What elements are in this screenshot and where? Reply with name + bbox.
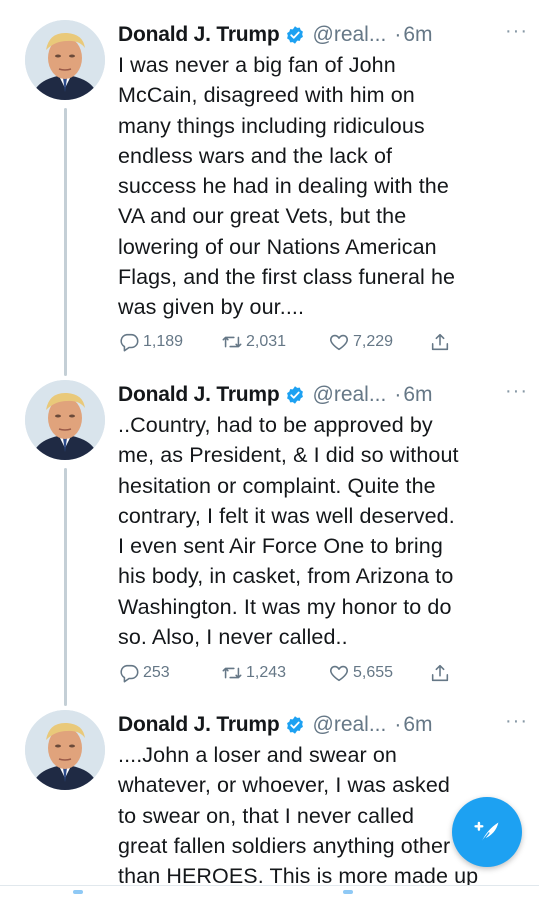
verified-badge-icon: [286, 716, 303, 734]
tweet[interactable]: Donald J. Trump @real... · 6m ··· ....Jo…: [0, 710, 539, 900]
bottom-navigation-bar[interactable]: [0, 885, 539, 900]
tweet-actions: 253 1,243 5,655: [118, 662, 458, 688]
retweet-icon: [222, 336, 242, 348]
avatar[interactable]: [25, 710, 105, 790]
more-options-icon[interactable]: ···: [505, 20, 528, 43]
share-button[interactable]: [429, 662, 454, 684]
share-icon: [431, 333, 449, 351]
author-name[interactable]: Donald J. Trump: [118, 383, 280, 407]
retweet-icon: [222, 667, 242, 679]
reply-icon: [120, 333, 139, 352]
timestamp[interactable]: 6m: [403, 23, 432, 47]
share-button[interactable]: [429, 331, 454, 353]
retweet-count: 2,031: [246, 333, 287, 350]
like-button[interactable]: 5,655: [328, 662, 393, 684]
separator: ·: [394, 383, 402, 406]
retweet-count: 1,243: [246, 664, 287, 681]
avatar[interactable]: [25, 380, 105, 460]
tweet[interactable]: Donald J. Trump @real... · 6m ··· I was …: [0, 20, 539, 360]
separator: ·: [394, 23, 402, 46]
more-options-icon[interactable]: ···: [505, 710, 528, 733]
author-handle[interactable]: @real...: [313, 23, 387, 47]
verified-badge-icon: [286, 26, 303, 44]
avatar[interactable]: [25, 20, 105, 100]
reply-icon: [120, 664, 139, 683]
verified-badge-icon: [286, 386, 303, 404]
reply-button[interactable]: 253: [118, 662, 170, 684]
tweet-header: Donald J. Trump @real... · 6m ···: [118, 710, 528, 740]
tweet-text: I was never a big fan of John McCain, di…: [118, 53, 456, 320]
retweet-button[interactable]: 1,243: [221, 662, 286, 684]
like-count: 7,229: [353, 333, 394, 350]
author-handle[interactable]: @real...: [313, 713, 387, 737]
like-count: 5,655: [353, 664, 394, 681]
nav-indicator: [73, 890, 83, 894]
retweet-button[interactable]: 2,031: [221, 331, 286, 353]
like-button[interactable]: 7,229: [328, 331, 393, 353]
more-options-icon[interactable]: ···: [505, 380, 528, 403]
author-handle[interactable]: @real...: [313, 383, 387, 407]
heart-icon: [330, 665, 348, 682]
tweet[interactable]: Donald J. Trump @real... · 6m ··· ..Coun…: [0, 380, 539, 700]
reply-count: 253: [143, 664, 170, 681]
nav-indicator: [343, 890, 353, 894]
compose-tweet-icon: [474, 821, 499, 844]
separator: ·: [394, 713, 402, 736]
timestamp[interactable]: 6m: [403, 383, 432, 407]
author-name[interactable]: Donald J. Trump: [118, 23, 280, 47]
author-name[interactable]: Donald J. Trump: [118, 713, 280, 737]
timestamp[interactable]: 6m: [403, 713, 432, 737]
timeline[interactable]: Donald J. Trump @real... · 6m ··· I was …: [0, 0, 539, 900]
compose-tweet-button[interactable]: [452, 797, 522, 867]
tweet-text: ..Country, had to be approved by me, as …: [118, 413, 459, 650]
tweet-actions: 1,189 2,031 7,229: [118, 331, 458, 357]
tweet-header: Donald J. Trump @real... · 6m ···: [118, 380, 528, 410]
tweet-header: Donald J. Trump @real... · 6m ···: [118, 20, 528, 50]
reply-button[interactable]: 1,189: [118, 331, 183, 353]
reply-count: 1,189: [143, 333, 184, 350]
heart-icon: [330, 334, 348, 351]
share-icon: [431, 664, 449, 682]
